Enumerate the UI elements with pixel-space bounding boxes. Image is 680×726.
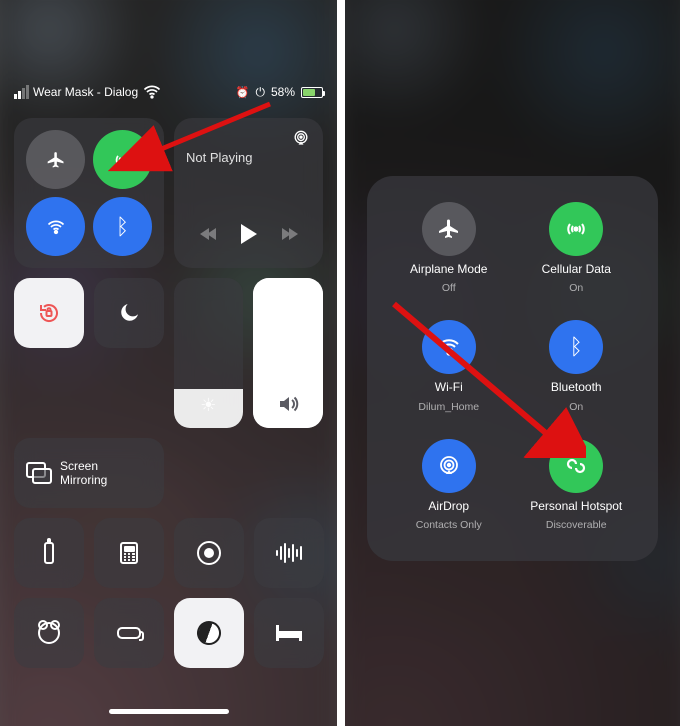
wifi-status-icon — [142, 82, 162, 102]
cellular-sub: On — [569, 282, 583, 294]
prev-track-button[interactable] — [200, 228, 214, 240]
alarm-clock-icon — [38, 622, 60, 644]
wifi-toggle[interactable] — [26, 197, 85, 256]
airdrop-toggle[interactable] — [422, 439, 476, 493]
cell-signal-icon — [14, 85, 29, 99]
bluetooth-label: Bluetooth — [551, 380, 602, 394]
control-center: ᛒ Not Playing — [14, 118, 323, 668]
connectivity-expanded-panel[interactable]: Airplane Mode Off Cellular Data On — [367, 176, 658, 561]
battery-icon — [301, 87, 323, 98]
brightness-slider[interactable]: ☀︎ — [174, 278, 244, 428]
flashlight-icon — [44, 542, 54, 564]
volume-icon — [276, 392, 300, 428]
media-tile[interactable]: Not Playing — [174, 118, 323, 268]
carrier-label: Wear Mask - Dialog — [33, 85, 138, 99]
airplane-mode-toggle[interactable] — [26, 130, 85, 189]
hotspot-label: Personal Hotspot — [530, 499, 622, 513]
airdrop-sub: Contacts Only — [416, 519, 482, 531]
dark-mode-icon — [194, 618, 225, 649]
calculator-icon — [120, 542, 138, 564]
airplane-sub: Off — [442, 282, 456, 294]
volume-slider[interactable] — [253, 278, 323, 428]
low-power-toggle[interactable] — [94, 598, 164, 668]
sleep-button[interactable] — [254, 598, 324, 668]
cellular-label: Cellular Data — [542, 262, 611, 276]
waveform-icon — [276, 543, 302, 563]
bed-icon — [276, 625, 302, 641]
screenshot-right: Airplane Mode Off Cellular Data On — [345, 0, 680, 726]
wifi-sub: Dilum_Home — [418, 401, 479, 413]
rotation-lock-toggle[interactable] — [14, 278, 84, 348]
alarm-button[interactable] — [14, 598, 84, 668]
screen-record-button[interactable] — [174, 518, 244, 588]
screenshot-left: Wear Mask - Dialog ⏰ ⏻ 58% — [0, 0, 337, 726]
low-power-icon: ⏻ — [255, 85, 265, 100]
airdrop-cell[interactable]: AirDrop Contacts Only — [385, 439, 513, 531]
airdrop-label: AirDrop — [428, 499, 469, 513]
bluetooth-sub: On — [569, 401, 583, 413]
hearing-button[interactable] — [254, 518, 324, 588]
brightness-icon: ☀︎ — [200, 395, 216, 428]
record-icon — [197, 541, 221, 565]
battery-pct: 58% — [271, 85, 295, 99]
hotspot-cell[interactable]: Personal Hotspot Discoverable — [513, 439, 641, 531]
hotspot-toggle[interactable] — [549, 439, 603, 493]
bluetooth-icon: ᛒ — [570, 334, 583, 360]
bluetooth-toggle[interactable]: ᛒ — [93, 197, 152, 256]
airplane-mode-cell[interactable]: Airplane Mode Off — [385, 202, 513, 294]
bluetooth-toggle[interactable]: ᛒ — [549, 320, 603, 374]
wifi-cell[interactable]: Wi-Fi Dilum_Home — [385, 320, 513, 412]
hotspot-sub: Discoverable — [546, 519, 607, 531]
low-power-icon-tile — [117, 627, 141, 639]
alarm-icon: ⏰ — [236, 86, 250, 99]
screen-mirroring-button[interactable]: Screen Mirroring — [14, 438, 164, 508]
cellular-data-cell[interactable]: Cellular Data On — [513, 202, 641, 294]
status-bar: Wear Mask - Dialog ⏰ ⏻ 58% — [0, 82, 337, 102]
do-not-disturb-toggle[interactable] — [94, 278, 164, 348]
home-indicator[interactable] — [109, 709, 229, 714]
play-button[interactable] — [241, 224, 257, 244]
airplane-mode-toggle[interactable] — [422, 202, 476, 256]
screen-mirroring-icon — [26, 462, 52, 484]
connectivity-tile[interactable]: ᛒ — [14, 118, 164, 268]
wifi-toggle[interactable] — [422, 320, 476, 374]
calculator-button[interactable] — [94, 518, 164, 588]
airplane-label: Airplane Mode — [410, 262, 487, 276]
now-playing-label: Not Playing — [186, 150, 311, 165]
bluetooth-cell[interactable]: ᛒ Bluetooth On — [513, 320, 641, 412]
dark-mode-toggle[interactable] — [174, 598, 244, 668]
screen-mirroring-label: Screen Mirroring — [60, 459, 107, 487]
flashlight-toggle[interactable] — [14, 518, 84, 588]
bluetooth-icon: ᛒ — [116, 214, 129, 240]
wifi-label: Wi-Fi — [435, 380, 463, 394]
airplay-icon[interactable] — [291, 128, 311, 148]
pane-divider — [337, 0, 345, 726]
cellular-data-toggle[interactable] — [549, 202, 603, 256]
cellular-data-toggle[interactable] — [93, 130, 152, 189]
next-track-button[interactable] — [284, 228, 298, 240]
